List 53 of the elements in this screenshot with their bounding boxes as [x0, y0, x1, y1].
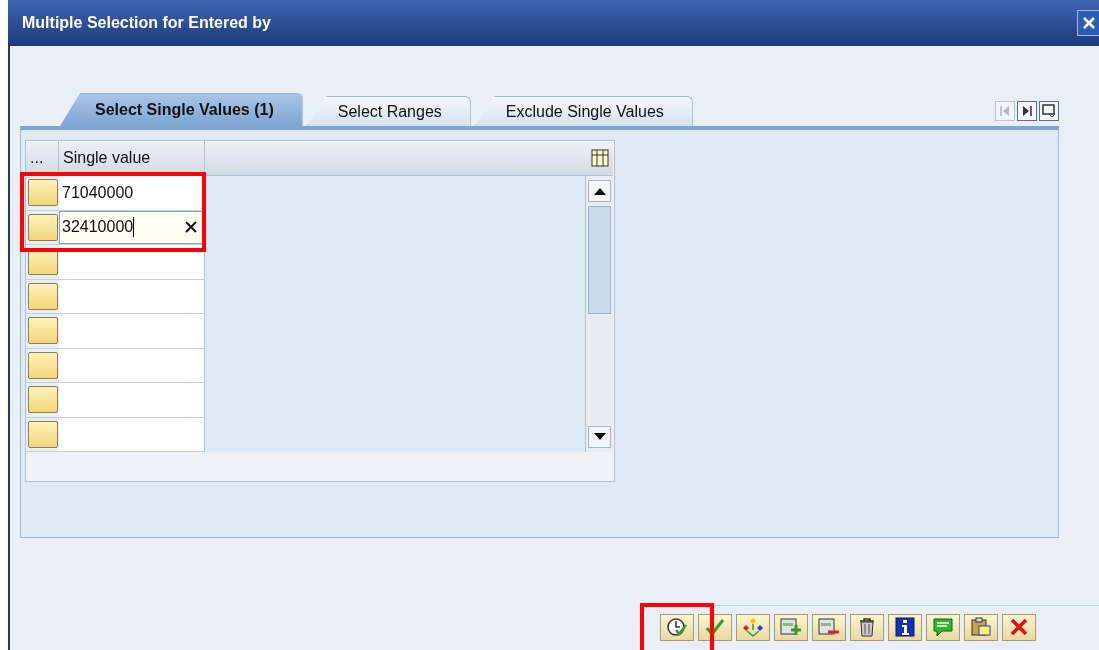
column-settings-icon[interactable] [590, 149, 609, 167]
speech-bubble-icon [932, 617, 954, 637]
scroll-up-button[interactable] [588, 180, 611, 202]
close-icon [185, 220, 197, 233]
text-cursor [133, 217, 135, 238]
down-triangle-icon [593, 433, 606, 441]
window-list-icon [1042, 104, 1056, 118]
value-field[interactable] [59, 279, 205, 314]
row-selector[interactable] [27, 386, 58, 414]
value-field[interactable] [59, 417, 205, 452]
row-selector[interactable] [27, 351, 58, 379]
value-field[interactable]: 71040000 [59, 176, 205, 211]
field-value: 71040000 [62, 183, 134, 202]
row-selector[interactable] [27, 213, 58, 241]
cancel-button[interactable] [1002, 613, 1036, 641]
row-selector[interactable] [27, 179, 58, 207]
remove-row-button[interactable] [812, 613, 846, 641]
window-title: Multiple Selection for Entered by [21, 14, 271, 32]
scroll-down-button[interactable] [588, 426, 611, 448]
row-selector[interactable] [27, 317, 58, 345]
value-field[interactable]: 32410000 [59, 210, 205, 245]
info-button[interactable] [888, 613, 922, 641]
scrollbar[interactable] [586, 176, 613, 452]
delete-button[interactable] [850, 613, 884, 641]
tab-nav-button[interactable] [1017, 101, 1037, 121]
value-field[interactable] [59, 314, 205, 349]
execute-button[interactable] [660, 613, 694, 641]
comment-button[interactable] [926, 613, 960, 641]
add-row-button[interactable] [774, 613, 808, 641]
hierarchy-button[interactable] [736, 613, 770, 641]
last-page-icon [1021, 105, 1033, 117]
tab[interactable]: Exclude Single Values [474, 96, 693, 126]
close-button[interactable] [1077, 10, 1099, 36]
clipboard-icon [970, 617, 992, 637]
value-field[interactable] [59, 348, 205, 383]
scroll-thumb[interactable] [588, 206, 611, 314]
first-page-icon [999, 105, 1011, 117]
info-icon [894, 617, 916, 637]
diamonds-icon [742, 617, 764, 637]
value-field[interactable] [59, 383, 205, 418]
tab-nav-button[interactable] [1039, 101, 1059, 121]
paste-button[interactable] [964, 613, 998, 641]
up-triangle-icon [593, 187, 606, 195]
row-selector[interactable] [27, 420, 58, 448]
field-value: 32410000 [62, 218, 134, 237]
table-minus-icon [818, 617, 840, 637]
table-plus-icon [780, 617, 802, 637]
tab[interactable]: Select Ranges [306, 96, 471, 126]
cancel-icon [1008, 617, 1030, 637]
close-icon [1082, 16, 1096, 30]
clock-check-icon [666, 617, 688, 637]
tab[interactable]: Select Single Values (1) [60, 93, 303, 126]
row-selector[interactable] [27, 282, 58, 310]
